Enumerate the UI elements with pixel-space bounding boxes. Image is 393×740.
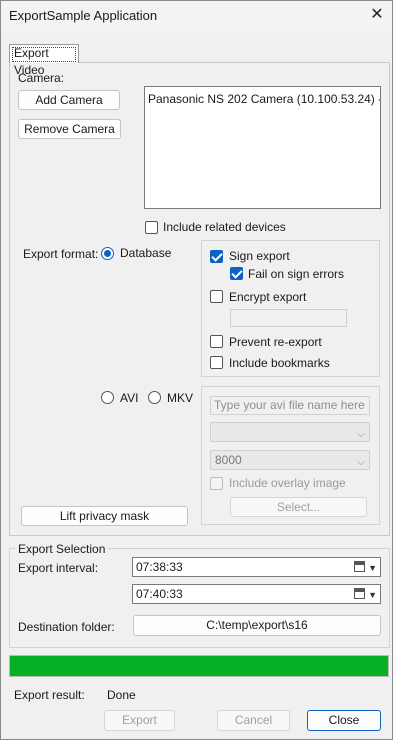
close-window-icon[interactable]: ✕ [366,4,388,26]
lift-privacy-mask-button[interactable]: Lift privacy mask [21,506,188,526]
close-button[interactable]: Close [307,710,381,731]
include-bookmarks-label: Include bookmarks [229,356,330,370]
avi-bitrate-value: 8000 [215,453,242,467]
export-interval-label: Export interval: [18,561,99,575]
sign-export-label: Sign export [229,249,290,263]
dropdown-arrow-icon: ▼ [368,563,377,573]
progress-fill [10,656,388,676]
calendar-icon [354,588,365,599]
add-camera-button[interactable]: Add Camera [18,90,120,110]
include-related-devices-checkbox[interactable] [145,221,158,234]
start-time-picker[interactable]: 07:38:33 ▼ [132,557,381,577]
avi-codec-select[interactable]: ⌵ [210,422,370,442]
chevron-down-icon: ⌵ [357,429,365,440]
destination-folder-button[interactable]: C:\temp\export\s16 [133,615,381,636]
encrypt-export-label: Encrypt export [229,290,307,304]
avi-radio[interactable] [101,391,114,404]
export-result-label: Export result: [14,688,85,702]
end-time-picker[interactable]: 07:40:33 ▼ [132,584,381,604]
sign-export-checkbox[interactable] [210,250,223,263]
export-progress-bar [9,655,389,677]
end-time-value: 07:40:33 [136,587,183,601]
include-overlay-checkbox[interactable] [210,477,223,490]
chevron-down-icon: ⌵ [357,457,365,468]
calendar-icon [354,561,365,572]
prevent-reexport-checkbox[interactable] [210,335,223,348]
fail-on-sign-errors-label: Fail on sign errors [248,267,345,281]
avi-filename-input[interactable]: Type your avi file name here ... [210,396,370,429]
encrypt-export-checkbox[interactable] [210,290,223,303]
remove-camera-button[interactable]: Remove Camera [18,119,121,139]
avi-radio-label: AVI [120,391,139,405]
database-radio-label: Database [120,246,172,260]
camera-label: Camera: [18,71,65,85]
select-overlay-button[interactable]: Select... [230,497,367,517]
include-bookmarks-checkbox[interactable] [210,356,223,369]
include-overlay-label: Include overlay image [229,476,346,490]
database-radio[interactable] [101,247,114,260]
prevent-reexport-label: Prevent re-export [229,335,322,349]
export-button[interactable]: Export [104,710,175,731]
cancel-button[interactable]: Cancel [217,710,290,731]
include-related-devices-label: Include related devices [163,220,286,234]
start-time-value: 07:38:33 [136,560,183,574]
dropdown-arrow-icon: ▼ [368,590,377,600]
export-result-value: Done [107,688,136,702]
avi-bitrate-select[interactable]: 8000 ⌵ [210,450,370,470]
tab-export-video[interactable]: Export Video [9,44,79,77]
export-selection-label: Export Selection [16,542,108,556]
camera-list[interactable]: Panasonic NS 202 Camera (10.100.53.24) -… [144,86,381,209]
list-item[interactable]: Panasonic NS 202 Camera (10.100.53.24) -… [148,92,380,106]
export-format-label: Export format: [23,247,99,261]
window-title: ExportSample Application [9,8,158,23]
mkv-radio-label: MKV [167,391,194,405]
mkv-radio[interactable] [148,391,161,404]
destination-folder-label: Destination folder: [18,620,115,634]
encryption-password-field[interactable] [230,309,347,327]
fail-on-sign-errors-checkbox[interactable] [230,267,243,280]
